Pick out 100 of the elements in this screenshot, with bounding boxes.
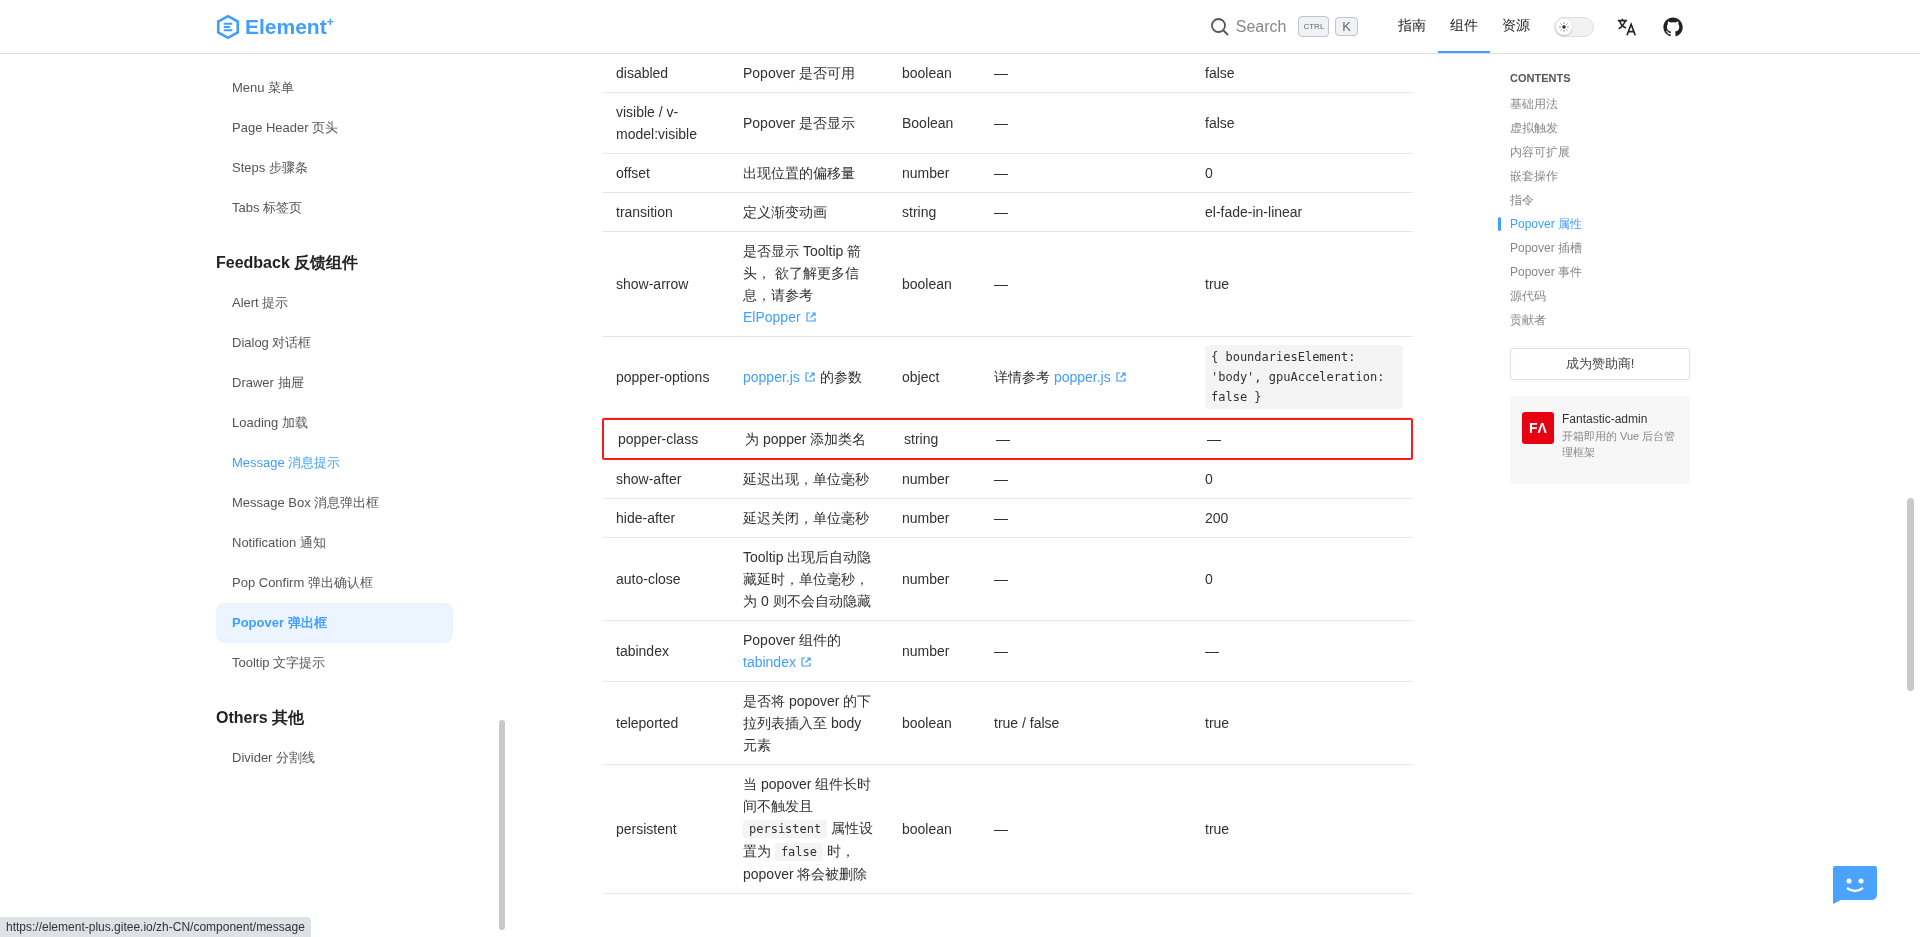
table-cell: 详情参考 popper.js [980,358,1191,396]
external-link-icon [804,311,817,323]
external-link-icon [1114,371,1127,383]
table-cell-text: — [993,64,1009,83]
sidebar-item[interactable]: Loading 加载 [216,403,453,443]
table-cell-text: — [993,642,1009,661]
inline-code: persistent [743,820,828,838]
table-cell-text: disabled [615,64,670,83]
search-button[interactable]: Search CTRL K [1209,16,1358,37]
table-cell-text: object [901,368,941,387]
contents-heading: CONTENTS [1510,72,1572,84]
section-heading: Feedback 反馈组件 [216,253,360,273]
toc-link[interactable]: 源代码 [1510,284,1690,308]
table-cell-text: 延迟关闭，单位毫秒 [742,509,870,528]
table-cell-text: false [1204,114,1236,133]
table-cell-text: tabindex [615,642,670,661]
table-cell-text: number [901,470,951,489]
table-cell-text: — [995,430,1011,449]
sidebar-item[interactable]: Menu 菜单 [216,68,453,108]
section-heading: Others 其他 [216,708,305,728]
toc-link[interactable]: 内容可扩展 [1510,140,1690,164]
table-cell-text: number [901,642,951,661]
keyboard-key: K [1335,17,1358,36]
sidebar-item[interactable]: Dialog 对话框 [216,323,453,363]
table-cell-text: Popover 是否显示 [742,114,857,133]
table-cell-text: boolean [901,64,953,83]
table-cell-text: visible / v-model:visible [615,103,698,144]
toc-link[interactable]: 基础用法 [1510,92,1690,116]
table-cell-text: 是否显示 Tooltip 箭头， 欲了解更多信息，请参考 ElPopper [742,242,863,327]
ad-card[interactable]: FΛ Fantastic-admin 开箱即用的 Vue 后台管理框架 [1510,396,1690,484]
ad-logo: FΛ [1522,412,1554,444]
sponsor-button[interactable]: 成为赞助商! [1510,348,1690,380]
table-cell-text: 200 [1204,509,1230,528]
sidebar-item[interactable]: Steps 步骤条 [216,148,453,188]
table-cell-text: — [993,570,1009,589]
toc-link[interactable]: Popover 事件 [1510,260,1690,284]
scrollbar-thumb[interactable] [499,720,505,930]
sidebar-item[interactable]: Page Header 页头 [216,108,453,148]
nav-link[interactable]: 组件 [1438,0,1490,53]
table-cell-text: 当 popover 组件长时间不触发且 persistent 属性设置为 false 时，popover 将会被删除 [742,775,875,884]
table-cell-text: — [993,470,1009,489]
table-cell-text: — [993,509,1009,528]
table-cell-text: persistent [615,820,678,839]
sidebar-item[interactable]: Pop Confirm 弹出确认框 [216,563,453,603]
table-cell-text: Popover 是否可用 [742,64,857,83]
scrollbar-thumb[interactable] [1907,498,1914,691]
table-cell-text: 为 popper 添加类名 [744,430,868,449]
chat-bot-icon[interactable] [1831,864,1879,904]
table-cell-text: true [1204,714,1231,733]
table-cell-text: popper-options [615,368,711,387]
table-cell-text: el-fade-in-linear [1204,203,1304,222]
logo-icon [215,13,241,40]
table-cell-text: string [903,430,940,449]
theme-switch[interactable] [1554,16,1594,37]
toc-link[interactable]: 指令 [1510,188,1690,212]
table-cell-text: number [901,509,951,528]
table-cell-text: — [993,275,1009,294]
table-cell-text: boolean [901,275,953,294]
nav-link[interactable]: 指南 [1386,0,1438,53]
sidebar-item[interactable]: Tooltip 文字提示 [216,643,453,683]
table-cell-text: show-after [615,470,683,489]
table-cell-text: true [1204,275,1231,294]
table-cell-text: 0 [1204,470,1214,489]
nav-link[interactable]: 资源 [1490,0,1542,53]
active-indicator [1498,217,1501,231]
sidebar-item[interactable]: Message Box 消息弹出框 [216,483,453,523]
table-cell-text: — [993,114,1009,133]
table-cell-text: 0 [1204,164,1214,183]
table-cell-text: popper-class [617,430,700,449]
table-cell-text: number [901,164,951,183]
github-icon[interactable] [1662,15,1684,38]
ad-title: Fantastic-admin [1562,412,1649,426]
sidebar-item[interactable]: Tabs 标签页 [216,188,453,228]
table-cell-text: — [993,164,1009,183]
sidebar-item[interactable]: Drawer 抽屉 [216,363,453,403]
toc-link[interactable]: Popover 插槽 [1510,236,1690,260]
sidebar-item[interactable]: Alert 提示 [216,283,453,323]
table-cell-text: 出现位置的偏移量 [742,164,856,183]
table-cell-text: boolean [901,714,953,733]
external-link-icon [803,371,816,383]
sun-icon [1559,21,1569,32]
toc-link[interactable]: 嵌套操作 [1510,164,1690,188]
table-cell-text: boolean [901,820,953,839]
table-cell-text: Tooltip 出现后自动隐藏延时，单位毫秒，为 0 则不会自动隐藏 [742,548,873,611]
toc-link[interactable]: 贡献者 [1510,308,1690,332]
code-value: { boundariesElement: 'body', gpuAcceleration: false } [1205,345,1403,409]
search-icon [1209,16,1230,37]
table-cell-text: hide-after [615,509,677,528]
table-cell-text: — [1206,430,1222,449]
table-cell-text: false [1204,64,1236,83]
table-cell-text: offset [615,164,651,183]
table-cell-text: number [901,570,951,589]
table-cell-text: transition [615,203,674,222]
sidebar-item[interactable]: Divider 分割线 [216,738,453,778]
sidebar-item[interactable]: Notification 通知 [216,523,453,563]
table-cell-text: 是否将 popover 的下拉列表插入至 body 元素 [742,692,873,755]
toc-link[interactable]: 虚拟触发 [1510,116,1690,140]
table-cell-text: show-arrow [615,275,690,294]
table-cell-text: true [1204,820,1231,839]
table-cell-text: popper.js 的参数 [742,368,863,387]
